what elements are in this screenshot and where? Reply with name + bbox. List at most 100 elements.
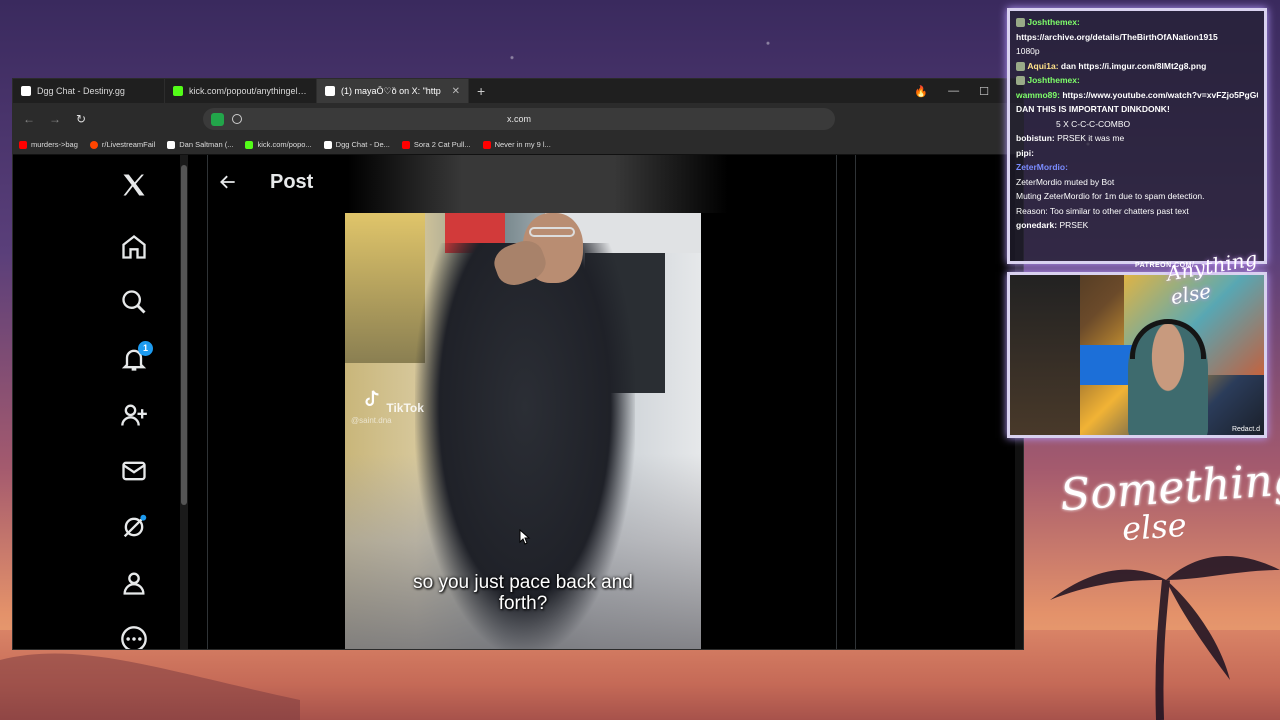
mail-icon[interactable]	[120, 457, 148, 485]
chat-message: DAN THIS IS IMPORTANT DINKDONK!	[1016, 104, 1170, 114]
bookmark-item[interactable]: Dan Saltman (...	[167, 140, 233, 149]
chat-line: DAN THIS IS IMPORTANT DINKDONK!	[1016, 102, 1258, 117]
badge-icon	[1016, 76, 1025, 86]
forward-icon[interactable]: →	[49, 112, 61, 126]
chat-line: bobistun: PRSEK it was me	[1016, 131, 1258, 146]
profile-icon[interactable]	[120, 569, 148, 597]
kick-favicon-icon	[245, 140, 254, 149]
kick-favicon-icon	[173, 86, 183, 96]
chat-message: https://www.youtube.com/watch?v=xvFZjo5P…	[1062, 89, 1258, 100]
bookmark-label: kick.com/popo...	[257, 140, 312, 149]
more-icon[interactable]	[120, 625, 148, 649]
tab-dgg-chat[interactable]: Dgg Chat - Destiny.gg	[13, 79, 165, 103]
bookmark-label: Sora 2 Cat Pull...	[413, 140, 471, 149]
notification-badge: 1	[138, 341, 153, 356]
chat-user: gonedark:	[1016, 220, 1058, 230]
bookmark-item[interactable]: r/LivestreamFail	[89, 140, 155, 149]
minimize-icon[interactable]: —	[948, 85, 959, 97]
badge-icon	[1016, 18, 1025, 28]
x-logo-icon[interactable]	[120, 171, 148, 199]
chat-line: https://archive.org/details/TheBirthOfAN…	[1016, 30, 1258, 45]
video-player[interactable]: TikTok @saint.dna so you just pace back …	[345, 213, 701, 649]
tab-label: (1) mayaȌ♡ȍ on X: "http	[341, 85, 441, 96]
reload-icon[interactable]: ↻	[75, 112, 87, 126]
bookmark-item[interactable]: murders->bag	[19, 140, 78, 149]
page-title: Post	[270, 171, 314, 193]
bookmark-label: murders->bag	[31, 140, 78, 149]
grok-icon[interactable]	[120, 513, 148, 541]
new-tab-button[interactable]: +	[469, 83, 493, 99]
chat-line: wammo89: https://www.youtube.com/watch?v…	[1016, 88, 1258, 103]
reddit-favicon-icon	[89, 140, 98, 149]
bookmarks-bar: murders->bag r/LivestreamFail Dan Saltma…	[13, 135, 1023, 155]
chat-line: gonedark: PRSEK	[1016, 218, 1258, 233]
search-icon[interactable]	[120, 288, 148, 316]
cam-credit: Redact.d	[1231, 426, 1260, 433]
chat-message: PRSEK	[1059, 220, 1089, 230]
chat-message: Muting ZeterMordio for 1m due to spam de…	[1016, 191, 1205, 201]
tiktok-user: @saint.dna	[351, 416, 392, 425]
x-sidebar: 1	[108, 155, 168, 649]
flame-icon[interactable]: 🔥	[914, 85, 928, 98]
chat-line: ZeterMordio muted by Bot	[1016, 175, 1258, 190]
video-subject-glasses	[529, 227, 575, 237]
chat-line: ZeterMordio:	[1016, 160, 1258, 175]
chat-message: https://archive.org/details/TheBirthOfAN…	[1016, 31, 1218, 42]
caption-line: so you just pace back and	[413, 572, 633, 593]
tab-kick-chat[interactable]: kick.com/popout/anythingelse/chat	[165, 79, 317, 103]
scrollbar-thumb[interactable]	[181, 165, 187, 505]
badge-icon	[1016, 61, 1025, 71]
address-bar[interactable]: x.com	[203, 108, 835, 130]
youtube-favicon-icon	[482, 140, 491, 149]
brand-logo-sub: else	[1120, 505, 1188, 549]
x-favicon-icon	[325, 86, 335, 96]
mouse-cursor-icon	[519, 529, 531, 545]
chat-message: ZeterMordio muted by Bot	[1016, 176, 1115, 187]
chat-line: 1080p	[1016, 44, 1258, 59]
bookmark-item[interactable]: Sora 2 Cat Pull...	[401, 140, 471, 149]
bookmark-item[interactable]: kick.com/popo...	[245, 140, 312, 149]
bookmark-label: Never in my 9 l...	[494, 140, 551, 149]
chat-user: bobistun:	[1016, 133, 1055, 143]
back-icon[interactable]: ←	[23, 112, 35, 126]
tab-label: kick.com/popout/anythingelse/chat	[189, 86, 308, 96]
palm-tree-icon	[1050, 556, 1280, 720]
back-arrow-icon[interactable]	[218, 172, 238, 192]
shelf	[1010, 275, 1080, 435]
chat-user: wammo89:	[1016, 89, 1060, 100]
chat-message: 1080p	[1016, 46, 1040, 56]
chat-user: Joshthemex:	[1027, 75, 1080, 85]
home-icon[interactable]	[120, 233, 148, 261]
chat-line: Aqui1a: dan https://i.imgur.com/8lMt2g8.…	[1016, 59, 1258, 74]
chat-line: 5 X C-C-C-COMBO	[1016, 117, 1258, 132]
video-caption: so you just pace back and forth?	[345, 572, 701, 614]
tab-x-post[interactable]: (1) mayaȌ♡ȍ on X: "http ✕	[317, 79, 469, 103]
follow-icon[interactable]	[120, 401, 148, 429]
chat-line: Muting ZeterMordio for 1m due to spam de…	[1016, 189, 1258, 204]
blurred-header-area	[348, 155, 728, 213]
chat-message: dan https://i.imgur.com/8lMt2g8.png	[1060, 60, 1207, 71]
youtube-favicon-icon	[19, 140, 27, 149]
bell-icon[interactable]: 1	[120, 341, 153, 373]
browser-window: Dgg Chat - Destiny.gg kick.com/popout/an…	[12, 78, 1024, 650]
x-favicon-icon	[167, 140, 176, 149]
youtube-favicon-icon	[401, 140, 410, 149]
chat-line: Reason: Too similar to other chatters pa…	[1016, 204, 1258, 219]
toolbar: ← → ↻ x.com	[13, 103, 1023, 135]
maximize-icon[interactable]: ☐	[979, 85, 989, 98]
dgg-favicon-icon	[323, 140, 332, 149]
tiktok-icon	[365, 390, 379, 407]
bookmark-item[interactable]: Never in my 9 l...	[482, 140, 551, 149]
sidebar-scrollbar[interactable]	[180, 155, 188, 649]
video-background	[345, 213, 425, 363]
tiktok-watermark: TikTok @saint.dna	[351, 388, 424, 425]
close-tab-icon[interactable]: ✕	[452, 86, 460, 97]
address-text: x.com	[506, 114, 531, 124]
chat-user: ZeterMordio:	[1016, 162, 1068, 172]
chat-line: pipi:	[1016, 146, 1258, 161]
chat-message: 5 X C-C-C-COMBO	[1056, 118, 1131, 129]
chat-user: Aqui1a:	[1027, 60, 1059, 71]
tiktok-label: TikTok	[386, 401, 424, 415]
bookmark-item[interactable]: Dgg Chat - De...	[323, 140, 390, 149]
column-divider	[855, 155, 856, 649]
